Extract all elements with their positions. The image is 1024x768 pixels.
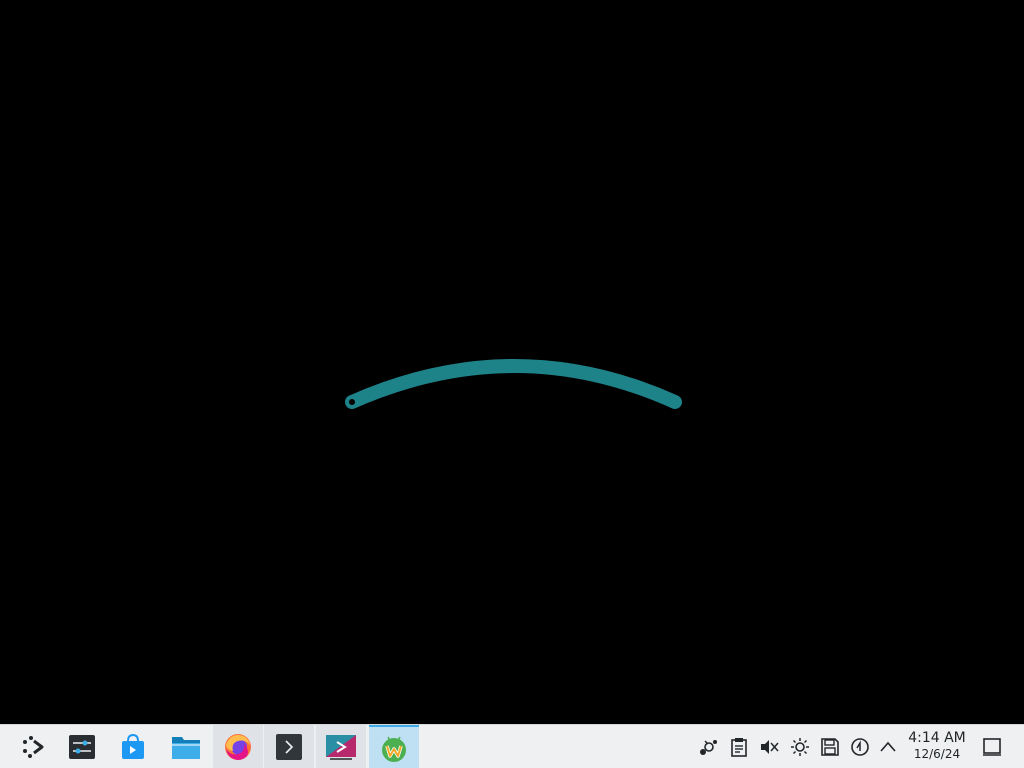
task-screenshot-tool[interactable] bbox=[316, 725, 366, 768]
clock-date: 12/6/24 bbox=[913, 747, 961, 761]
dolphin-file-manager-icon bbox=[172, 736, 200, 759]
screenshot-tool-icon bbox=[326, 734, 356, 760]
system-settings-icon bbox=[69, 734, 95, 759]
disks-icon bbox=[821, 738, 839, 756]
task-file-manager[interactable] bbox=[161, 725, 211, 768]
tray-disks[interactable] bbox=[819, 736, 841, 758]
loading-spinner-arc bbox=[345, 359, 682, 409]
task-system-settings[interactable] bbox=[57, 725, 107, 768]
network-icon bbox=[700, 740, 717, 755]
application-launcher-icon bbox=[23, 735, 44, 758]
application-launcher-button[interactable] bbox=[8, 725, 58, 768]
update-notifier-icon bbox=[851, 738, 869, 756]
digital-clock[interactable]: 4:14 AM 12/6/24 bbox=[900, 730, 974, 761]
tray-updates[interactable] bbox=[849, 736, 871, 758]
discover-store-icon bbox=[122, 733, 144, 759]
show-desktop-button[interactable] bbox=[981, 736, 1003, 758]
tray-volume[interactable] bbox=[758, 736, 780, 758]
task-terminal[interactable] bbox=[264, 725, 314, 768]
taskbar: 4:14 AM 12/6/24 bbox=[0, 724, 1024, 768]
tray-network[interactable] bbox=[698, 736, 720, 758]
task-firefox[interactable] bbox=[213, 725, 263, 768]
waydroid-icon bbox=[382, 736, 406, 762]
terminal-icon bbox=[276, 733, 302, 760]
tray-clipboard[interactable] bbox=[728, 736, 750, 758]
tray-brightness[interactable] bbox=[789, 736, 811, 758]
brightness-icon bbox=[791, 738, 809, 756]
show-desktop-icon bbox=[983, 738, 1001, 756]
task-waydroid[interactable] bbox=[369, 725, 419, 768]
tray-expand-button[interactable] bbox=[877, 736, 899, 758]
clock-time: 4:14 AM bbox=[908, 730, 966, 746]
firefox-icon bbox=[225, 733, 251, 760]
volume-muted-icon bbox=[761, 740, 779, 754]
show-hidden-chevron-icon bbox=[880, 741, 896, 752]
clipboard-icon bbox=[731, 738, 747, 757]
desktop-background bbox=[0, 0, 1024, 724]
task-discover[interactable] bbox=[108, 725, 158, 768]
